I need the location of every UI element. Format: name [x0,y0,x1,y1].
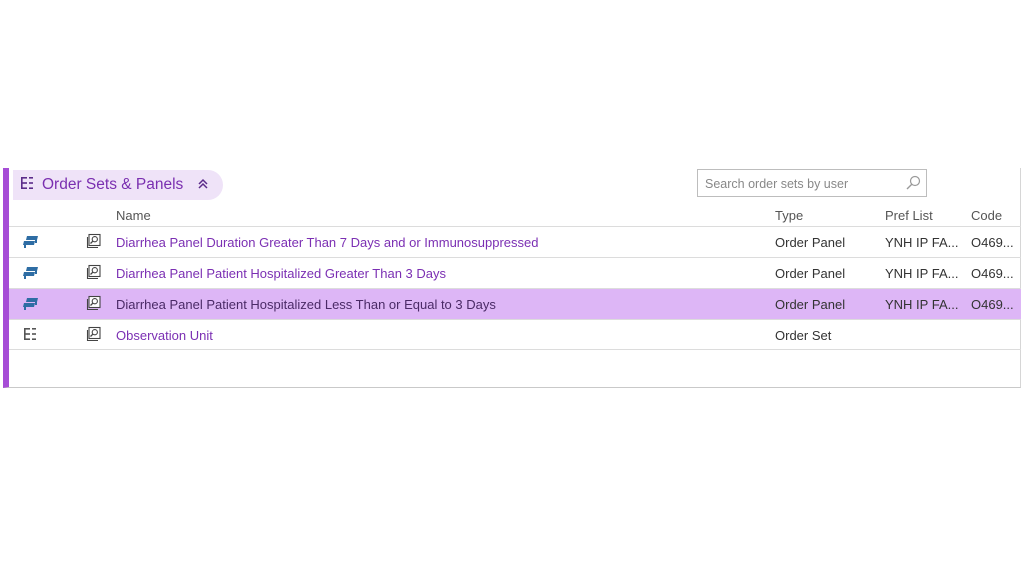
table-row[interactable]: Diarrhea Panel Duration Greater Than 7 D… [9,226,1021,257]
column-header-code[interactable]: Code [971,208,1002,223]
preview-icon[interactable] [86,326,102,345]
column-header-type[interactable]: Type [775,208,803,223]
order-set-icon [23,327,37,344]
order-code: O469... [971,266,1014,281]
pref-list: YNH IP FA... [885,235,959,250]
preview-icon[interactable] [86,233,102,252]
order-panel-icon [22,296,40,313]
preview-icon[interactable] [86,295,102,314]
order-name-link[interactable]: Diarrhea Panel Patient Hospitalized Less… [116,297,496,312]
order-type: Order Panel [775,235,846,250]
pref-list: YNH IP FA... [885,297,959,312]
pref-list: YNH IP FA... [885,266,959,281]
order-name-link[interactable]: Diarrhea Panel Duration Greater Than 7 D… [116,235,538,250]
search-input[interactable] [703,171,903,197]
column-header-pref-list[interactable]: Pref List [885,208,933,223]
order-sets-panels-section: Order Sets & Panels Name Type Pref List … [3,168,1021,388]
double-chevron-up-icon[interactable] [197,178,209,193]
order-code: O469... [971,297,1014,312]
search-icon[interactable] [905,175,921,196]
search-order-sets-field[interactable] [697,169,927,197]
order-type: Order Panel [775,297,846,312]
order-sets-table: Diarrhea Panel Duration Greater Than 7 D… [9,226,1021,350]
table-row[interactable]: Diarrhea Panel Patient Hospitalized Grea… [9,257,1021,288]
preview-icon[interactable] [86,264,102,283]
table-row-selected[interactable]: Diarrhea Panel Patient Hospitalized Less… [9,288,1021,319]
table-row[interactable]: Observation Unit Order Set [9,319,1021,350]
column-header-name[interactable]: Name [116,208,151,223]
order-code: O469... [971,235,1014,250]
order-set-icon [20,176,34,195]
section-header[interactable]: Order Sets & Panels [13,170,224,200]
order-type: Order Set [775,328,832,343]
order-panel-icon [22,234,40,251]
section-title: Order Sets & Panels [42,176,184,193]
order-name-link[interactable]: Observation Unit [116,328,213,343]
order-name-link[interactable]: Diarrhea Panel Patient Hospitalized Grea… [116,266,446,281]
order-type: Order Panel [775,266,846,281]
order-panel-icon [22,265,40,282]
